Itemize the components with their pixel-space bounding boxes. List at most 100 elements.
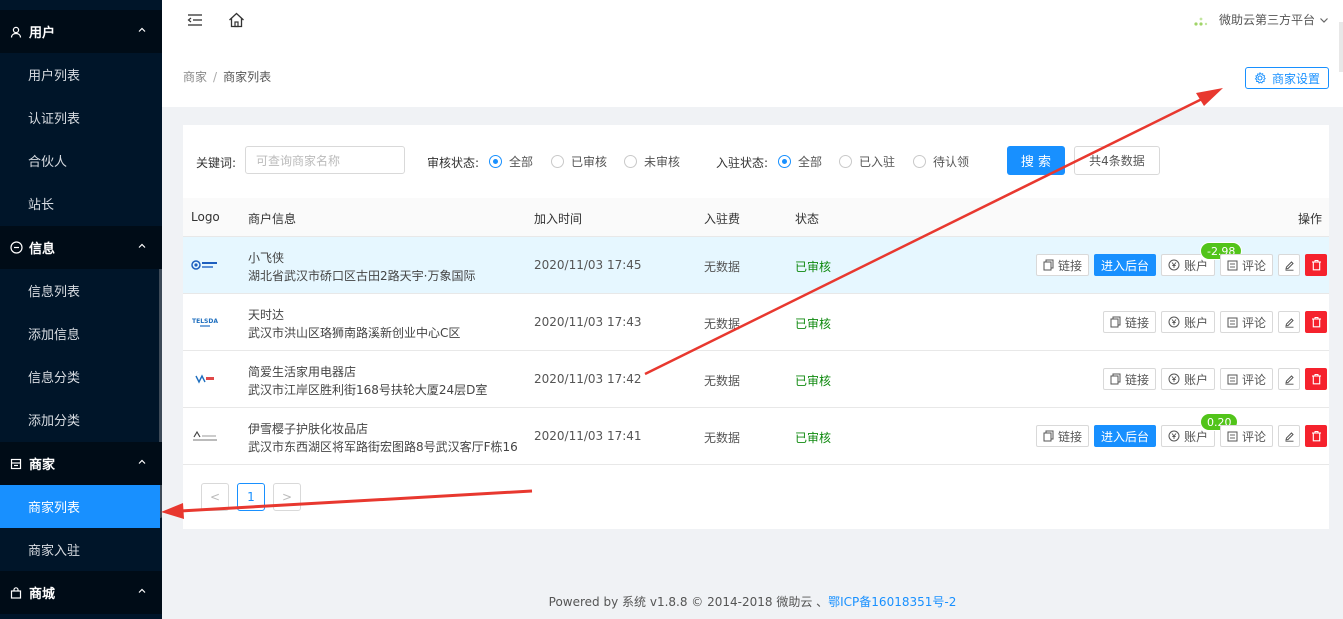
search-button[interactable]: 搜 索 [1007, 146, 1065, 175]
edit-button[interactable] [1278, 311, 1300, 333]
menu-fold-icon[interactable] [185, 10, 205, 30]
enter-backend-button[interactable]: 进入后台 [1093, 254, 1156, 276]
icp-link[interactable]: 鄂ICP备16018351号-2 [828, 595, 956, 609]
sidebar-item-webmaster[interactable]: 站长 [0, 182, 162, 225]
merchant-logo [191, 367, 219, 391]
footer-text: Powered by 系统 v1.8.8 © 2014-2018 微助云 、 [548, 595, 829, 609]
trash-icon [1311, 317, 1321, 328]
edit-button[interactable] [1278, 368, 1300, 390]
yen-circle-icon [1168, 373, 1180, 385]
edit-button[interactable] [1278, 254, 1300, 276]
col-logo: Logo [191, 210, 220, 224]
platform-menu[interactable]: 微助云第三方平台 [1193, 11, 1329, 28]
edit-icon [1284, 317, 1294, 328]
entry-radio-settled[interactable]: 已入驻 [839, 153, 895, 170]
review-button[interactable]: 评论 [1219, 425, 1273, 447]
delete-button[interactable] [1305, 254, 1327, 276]
keyword-search-input[interactable]: 可查询商家名称 [245, 146, 405, 174]
table-header: Logo 商户信息 加入时间 入驻费 状态 操作 [183, 198, 1329, 237]
copy-icon [1043, 430, 1054, 442]
edit-icon [1284, 431, 1294, 442]
table-row: TELSDA 天时达 武汉市洪山区珞狮南路溪新创业中心C区 2020/11/03… [183, 294, 1329, 351]
status-badge: 已审核 [795, 317, 832, 331]
filter-bar: 关键词: 可查询商家名称 审核状态: 全部 已审核 未审核 入驻状态: 全部 已… [183, 146, 1329, 176]
link-button[interactable]: 链接 [1035, 425, 1089, 447]
sidebar-item-merchant-entry[interactable]: 商家入驻 [0, 528, 162, 571]
merchant-settings-button[interactable]: 商家设置 [1244, 67, 1329, 89]
yen-circle-icon [1168, 259, 1180, 271]
copy-icon [1110, 316, 1121, 328]
row-actions: 链接 进入后台 账户 0.20 评论 [1031, 413, 1327, 447]
link-button[interactable]: 链接 [1102, 368, 1156, 390]
merchant-name: 小飞侠 [248, 251, 285, 265]
platform-name: 微助云第三方平台 [1218, 13, 1315, 27]
chevron-up-icon [138, 243, 146, 248]
account-button[interactable]: 账户 [1160, 368, 1215, 390]
delete-button[interactable] [1305, 425, 1327, 447]
sidebar-item-add-category[interactable]: 添加分类 [0, 398, 162, 441]
sidebar-item-info-list[interactable]: 信息列表 [0, 269, 162, 312]
store-icon [9, 457, 23, 471]
sidebar-group-mall[interactable]: 商城 [0, 571, 162, 614]
review-button[interactable]: 评论 [1219, 311, 1273, 333]
audit-radio-all[interactable]: 全部 [489, 153, 533, 170]
yen-circle-icon [1168, 430, 1180, 442]
chevron-up-icon [138, 459, 146, 464]
breadcrumb: 商家 / 商家列表 [183, 68, 271, 85]
review-button[interactable]: 评论 [1219, 254, 1273, 276]
entry-radio-all[interactable]: 全部 [778, 153, 822, 170]
merchant-address: 武汉市东西湖区将军路街宏图路8号武汉客厅F栋16 [248, 440, 518, 454]
sidebar-item-user-list[interactable]: 用户列表 [0, 53, 162, 96]
home-icon[interactable] [226, 10, 246, 30]
row-actions: 链接 账户 评论 [1098, 311, 1327, 333]
table-row: 伊雪樱子护肤化妆品店 武汉市东西湖区将军路街宏图路8号武汉客厅F栋16 2020… [183, 408, 1329, 465]
merchant-address: 武汉市江岸区胜利街168号扶轮大厦24层D室 [248, 383, 488, 397]
enter-backend-button[interactable]: 进入后台 [1093, 425, 1156, 447]
comment-icon [1227, 317, 1238, 327]
merchant-name: 伊雪樱子护肤化妆品店 [248, 422, 369, 436]
copy-icon [1043, 259, 1054, 271]
comment-icon [1227, 374, 1238, 384]
account-button[interactable]: 账户 [1160, 311, 1215, 333]
merchant-name: 简爱生活家用电器店 [248, 365, 357, 379]
sidebar: 用户 用户列表 认证列表 合伙人 站长 信息 信息列表 添加信息 信息分类 添加… [0, 0, 162, 619]
row-actions: 链接 进入后台 账户 -2.98 评论 [1031, 242, 1327, 276]
page-scrollbar[interactable] [1339, 22, 1343, 72]
sidebar-group-user[interactable]: 用户 [0, 10, 162, 53]
col-entry-fee: 入驻费 [704, 212, 741, 226]
link-button[interactable]: 链接 [1102, 311, 1156, 333]
col-actions: 操作 [1297, 212, 1322, 226]
audit-radio-pending[interactable]: 未审核 [624, 153, 680, 170]
edit-button[interactable] [1278, 425, 1300, 447]
page-1-button[interactable]: 1 [237, 483, 265, 511]
sidebar-item-merchant-list[interactable]: 商家列表 [0, 485, 160, 528]
status-badge: 已审核 [795, 374, 832, 388]
comment-icon [1227, 260, 1238, 270]
entry-fee: 无数据 [704, 374, 741, 388]
delete-button[interactable] [1305, 368, 1327, 390]
entry-fee: 无数据 [704, 431, 741, 445]
sidebar-group-info[interactable]: 信息 [0, 226, 162, 269]
sidebar-group-merchant[interactable]: 商家 [0, 442, 162, 485]
shopping-bag-icon [9, 586, 23, 600]
entry-radio-unclaimed[interactable]: 待认领 [913, 153, 969, 170]
sidebar-item-info-category[interactable]: 信息分类 [0, 355, 162, 398]
review-button[interactable]: 评论 [1219, 368, 1273, 390]
next-page-button[interactable]: > [273, 483, 301, 511]
edit-icon [1284, 374, 1294, 385]
copy-icon [1110, 373, 1121, 385]
audit-radio-approved[interactable]: 已审核 [551, 153, 607, 170]
platform-logo-icon [1194, 17, 1208, 26]
trash-icon [1311, 374, 1321, 385]
account-button[interactable]: 账户 -2.98 [1160, 242, 1243, 276]
prev-page-button[interactable]: < [201, 483, 229, 511]
row-actions: 链接 账户 评论 [1098, 368, 1327, 390]
sidebar-item-partner[interactable]: 合伙人 [0, 139, 162, 182]
delete-button[interactable] [1305, 311, 1327, 333]
account-button[interactable]: 账户 0.20 [1160, 413, 1239, 447]
link-button[interactable]: 链接 [1035, 254, 1089, 276]
chevron-up-icon [138, 588, 146, 593]
breadcrumb-root[interactable]: 商家 [183, 70, 207, 84]
sidebar-item-add-info[interactable]: 添加信息 [0, 312, 162, 355]
sidebar-item-cert-list[interactable]: 认证列表 [0, 96, 162, 139]
